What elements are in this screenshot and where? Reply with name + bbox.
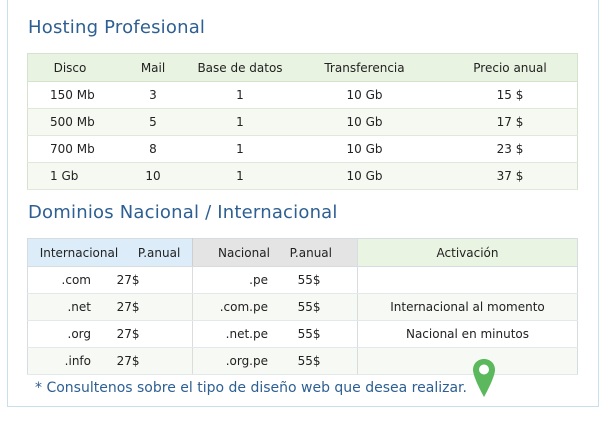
intl-price: 27$	[116, 273, 140, 287]
nac-price: 55$	[297, 327, 321, 341]
cell-internacional: .info 27$	[27, 347, 193, 375]
header-nacional: Nacional P.anual	[192, 238, 358, 267]
cell-mail: 3	[112, 81, 194, 109]
header-nac-label: Nacional	[218, 245, 270, 260]
cell-nacional: .com.pe 55$	[192, 293, 358, 321]
intl-domain: .com	[61, 273, 91, 287]
header-nac-price: P.anual	[289, 245, 332, 260]
header-base-datos: Base de datos	[194, 53, 286, 82]
cell-transferencia: 10 Gb	[286, 162, 443, 190]
nac-price: 55$	[297, 354, 321, 368]
consultation-note: * Consultenos sobre el tipo de diseño we…	[35, 380, 467, 396]
cell-disco: 700 Mb	[27, 135, 112, 163]
cell-disco: 150 Mb	[27, 81, 112, 109]
hosting-table: Disco Mail Base de datos Transferencia P…	[27, 53, 578, 190]
nac-price: 55$	[297, 273, 321, 287]
cell-precio: 17 $	[443, 108, 578, 136]
cell-internacional: .org 27$	[27, 320, 193, 348]
header-disco: Disco	[27, 53, 112, 82]
cell-base-datos: 1	[194, 81, 286, 109]
cell-transferencia: 10 Gb	[286, 108, 443, 136]
table-row: .org 27$ .net.pe 55$ Nacional en minutos	[27, 320, 578, 348]
cell-activacion: Nacional en minutos	[357, 320, 578, 348]
intl-domain: .org	[67, 327, 92, 341]
table-row: 700 Mb 8 1 10 Gb 23 $	[27, 135, 578, 163]
cell-internacional: .net 27$	[27, 293, 193, 321]
cell-mail: 8	[112, 135, 194, 163]
hosting-header-row: Disco Mail Base de datos Transferencia P…	[27, 53, 578, 82]
domains-table: Internacional P.anual Nacional P.anual A…	[27, 238, 578, 375]
cell-activacion	[357, 266, 578, 294]
cell-precio: 23 $	[443, 135, 578, 163]
cell-nacional: .org.pe 55$	[192, 347, 358, 375]
table-row: 500 Mb 5 1 10 Gb 17 $	[27, 108, 578, 136]
intl-domain: .net	[67, 300, 91, 314]
cell-mail: 5	[112, 108, 194, 136]
cell-precio: 37 $	[443, 162, 578, 190]
header-intl-label: Internacional	[39, 245, 119, 260]
intl-price: 27$	[116, 354, 140, 368]
cell-nacional: .net.pe 55$	[192, 320, 358, 348]
domains-header-row: Internacional P.anual Nacional P.anual A…	[27, 238, 578, 267]
cell-disco: 500 Mb	[27, 108, 112, 136]
cell-nacional: .pe 55$	[192, 266, 358, 294]
table-row: 1 Gb 10 1 10 Gb 37 $	[27, 162, 578, 190]
cell-base-datos: 1	[194, 108, 286, 136]
cell-base-datos: 1	[194, 162, 286, 190]
nac-domain: .pe	[249, 273, 268, 287]
domains-title: Dominios Nacional / Internacional	[28, 202, 338, 223]
cell-disco: 1 Gb	[27, 162, 112, 190]
header-precio-anual: Precio anual	[443, 53, 578, 82]
cell-mail: 10	[112, 162, 194, 190]
table-row: 150 Mb 3 1 10 Gb 15 $	[27, 81, 578, 109]
cell-precio: 15 $	[443, 81, 578, 109]
header-transferencia: Transferencia	[286, 53, 443, 82]
table-row: .net 27$ .com.pe 55$ Internacional al mo…	[27, 293, 578, 321]
intl-price: 27$	[116, 300, 140, 314]
header-intl-price: P.anual	[137, 245, 181, 260]
nac-domain: .net.pe	[225, 327, 268, 341]
cell-internacional: .com 27$	[27, 266, 193, 294]
header-mail: Mail	[112, 53, 194, 82]
intl-price: 27$	[116, 327, 140, 341]
header-internacional: Internacional P.anual	[27, 238, 193, 267]
cell-transferencia: 10 Gb	[286, 81, 443, 109]
cell-activacion	[357, 347, 578, 375]
table-row: .com 27$ .pe 55$	[27, 266, 578, 294]
nac-domain: .com.pe	[219, 300, 268, 314]
header-activacion: Activación	[357, 238, 578, 267]
nac-price: 55$	[297, 300, 321, 314]
hosting-title: Hosting Profesional	[28, 17, 206, 38]
nac-domain: .org.pe	[225, 354, 268, 368]
map-pin-icon	[473, 359, 495, 397]
cell-transferencia: 10 Gb	[286, 135, 443, 163]
cell-base-datos: 1	[194, 135, 286, 163]
intl-domain: .info	[64, 354, 91, 368]
cell-activacion: Internacional al momento	[357, 293, 578, 321]
